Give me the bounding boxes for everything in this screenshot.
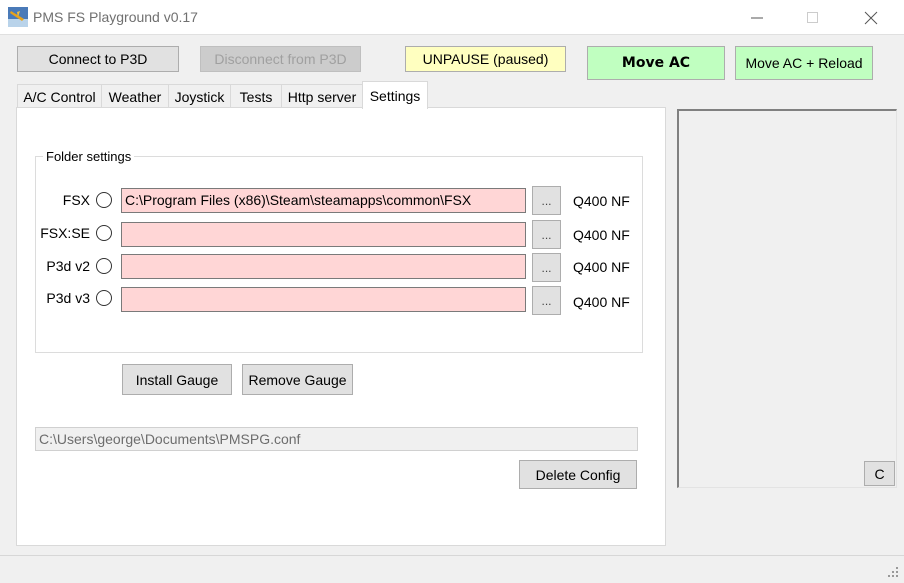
tab-tests[interactable]: Tests [230,84,282,108]
p3dv2-path-input[interactable] [121,254,526,279]
maximize-button[interactable] [790,0,836,35]
title-bar: PMS FS Playground v0.17 [0,0,904,35]
fsxse-browse-button[interactable]: ... [532,220,561,249]
unpause-button[interactable]: UNPAUSE (paused) [405,46,566,72]
install-gauge-button[interactable]: Install Gauge [122,364,232,395]
minimize-icon [751,17,763,18]
p3dv3-status: Q400 NF [573,294,630,310]
p3dv2-label: P3d v2 [46,258,90,274]
resize-grip-icon[interactable] [886,565,900,579]
remove-gauge-button[interactable]: Remove Gauge [242,364,353,395]
tab-weather[interactable]: Weather [101,84,169,108]
fsxse-status: Q400 NF [573,227,630,243]
delete-config-button[interactable]: Delete Config [519,460,637,489]
config-path-field[interactable]: C:\Users\george\Documents\PMSPG.conf [35,427,638,451]
p3dv2-browse-button[interactable]: ... [532,253,561,282]
connect-p3d-button[interactable]: Connect to P3D [17,46,179,72]
fsxse-path-input[interactable] [121,222,526,247]
close-icon [864,11,878,24]
window-title: PMS FS Playground v0.17 [33,9,198,25]
folder-settings-title: Folder settings [43,149,135,164]
p3dv3-browse-button[interactable]: ... [532,286,561,315]
fsxse-label: FSX:SE [40,225,90,241]
tab-ac-control[interactable]: A/C Control [17,84,102,108]
maximize-icon [807,11,818,23]
tab-http-server[interactable]: Http server [281,84,363,108]
move-ac-reload-button[interactable]: Move AC + Reload [735,46,873,80]
p3dv3-label: P3d v3 [46,290,90,306]
close-button[interactable] [848,0,894,35]
tab-joystick[interactable]: Joystick [168,84,231,108]
disconnect-p3d-button[interactable]: Disconnect from P3D [200,46,361,72]
fsx-browse-button[interactable]: ... [532,186,561,215]
log-panel[interactable] [677,109,897,488]
fsx-radio[interactable] [96,192,112,208]
fsx-status: Q400 NF [573,193,630,209]
p3dv3-radio[interactable] [96,290,112,306]
clear-log-button[interactable]: C [864,461,895,486]
airplane-app-icon [8,7,28,27]
tab-settings[interactable]: Settings [362,81,428,109]
fsxse-radio[interactable] [96,225,112,241]
move-ac-button[interactable]: Move AC [587,46,725,80]
p3dv2-radio[interactable] [96,258,112,274]
fsx-path-input[interactable]: C:\Program Files (x86)\Steam\steamapps\c… [121,188,526,213]
fsx-label: FSX [62,192,90,208]
p3dv3-path-input[interactable] [121,287,526,312]
minimize-button[interactable] [734,0,780,35]
status-bar [0,555,904,583]
p3dv2-status: Q400 NF [573,259,630,275]
